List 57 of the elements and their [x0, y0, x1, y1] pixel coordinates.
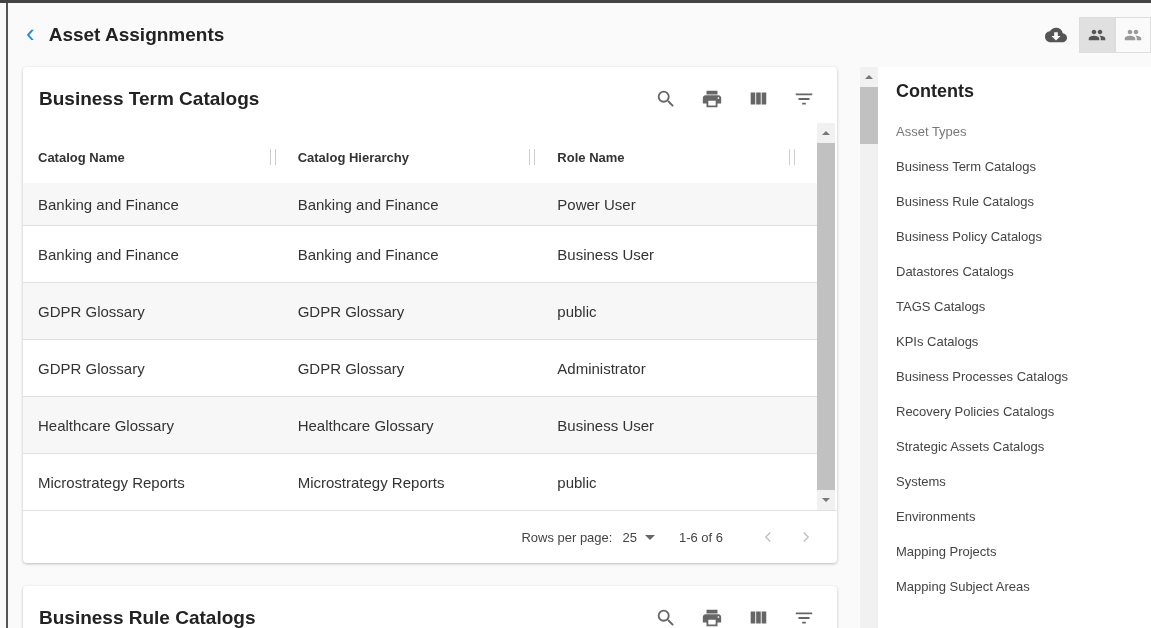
people-toggle-button[interactable]: [1079, 17, 1115, 53]
table-cell-text: Banking and Finance: [38, 245, 180, 263]
contents-title: Contents: [896, 81, 975, 102]
table-cell-text: GDPR Glossary: [38, 302, 146, 320]
scrollbar-thumb[interactable]: [860, 87, 878, 144]
table-cell-text: GDPR Glossary: [297, 359, 406, 377]
contents-link[interactable]: Systems: [896, 474, 1151, 509]
contents-link[interactable]: Strategic Assets Catalogs: [896, 439, 1151, 474]
table-cell-text: Business User: [557, 416, 656, 434]
card-title: Business Rule Catalogs: [39, 607, 256, 628]
contents-link[interactable]: Environments: [896, 509, 1151, 544]
rows-per-page-select[interactable]: 25: [622, 529, 669, 545]
column-resize-handle[interactable]: [529, 149, 536, 165]
contents-link[interactable]: TAGS Catalogs: [896, 299, 1151, 334]
table-cell-text: Microstrategy Reports: [297, 473, 446, 491]
search-icon[interactable]: [655, 88, 677, 110]
contents-link[interactable]: Recovery Policies Catalogs: [896, 404, 1151, 439]
column-resize-handle[interactable]: [789, 149, 795, 165]
scroll-up-icon[interactable]: [865, 75, 873, 79]
table-cell-text: Business User: [557, 245, 656, 263]
contents-link[interactable]: Business Rule Catalogs: [896, 194, 1151, 229]
print-icon[interactable]: [701, 607, 723, 628]
table-cell-text: public: [557, 473, 598, 491]
scroll-up-icon[interactable]: [822, 131, 830, 135]
table-cell-text: Administrator: [557, 359, 647, 377]
contents-link[interactable]: KPIs Catalogs: [896, 334, 1151, 369]
table-cell-text: Power User: [557, 195, 637, 213]
column-header[interactable]: Role Name: [557, 149, 625, 165]
table-cell-text: GDPR Glossary: [38, 359, 146, 377]
column-header[interactable]: Catalog Hierarchy: [297, 149, 409, 165]
back-button[interactable]: ‹: [24, 20, 49, 50]
contents-link[interactable]: Business Policy Catalogs: [896, 229, 1151, 264]
table-cell-text: Healthcare Glossary: [38, 416, 175, 434]
page-range: 1-6 of 6: [678, 529, 723, 545]
print-icon[interactable]: [701, 88, 723, 110]
contents-link[interactable]: Datastores Catalogs: [896, 264, 1151, 299]
card-title: Business Term Catalogs: [39, 88, 260, 110]
contents-link[interactable]: Mapping Projects: [896, 544, 1151, 579]
rows-per-page-label: Rows per page:: [521, 529, 613, 545]
table-cell-text: public: [557, 302, 598, 320]
table-cell-text: Banking and Finance: [297, 245, 440, 263]
column-resize-handle[interactable]: [269, 149, 276, 165]
search-icon[interactable]: [655, 607, 677, 628]
column-header[interactable]: Catalog Name: [38, 149, 125, 165]
contents-link[interactable]: Business Term Catalogs: [896, 159, 1151, 194]
table-cell-text: GDPR Glossary: [297, 302, 406, 320]
scroll-down-icon[interactable]: [822, 498, 830, 502]
table-cell-text: Healthcare Glossary: [297, 416, 435, 434]
dropdown-caret-icon: [644, 534, 655, 540]
section-label: Asset Types: [896, 124, 968, 139]
table-cell-text: Banking and Finance: [38, 195, 180, 213]
table-cell-text: Banking and Finance: [297, 195, 440, 213]
page-title: Asset Assignments: [48, 24, 225, 46]
contents-link[interactable]: Business Processes Catalogs: [896, 369, 1151, 404]
people-toggle-button[interactable]: [1115, 17, 1151, 53]
table-cell-text: Microstrategy Reports: [38, 473, 186, 491]
contents-link[interactable]: Mapping Subject Areas: [896, 579, 1151, 614]
